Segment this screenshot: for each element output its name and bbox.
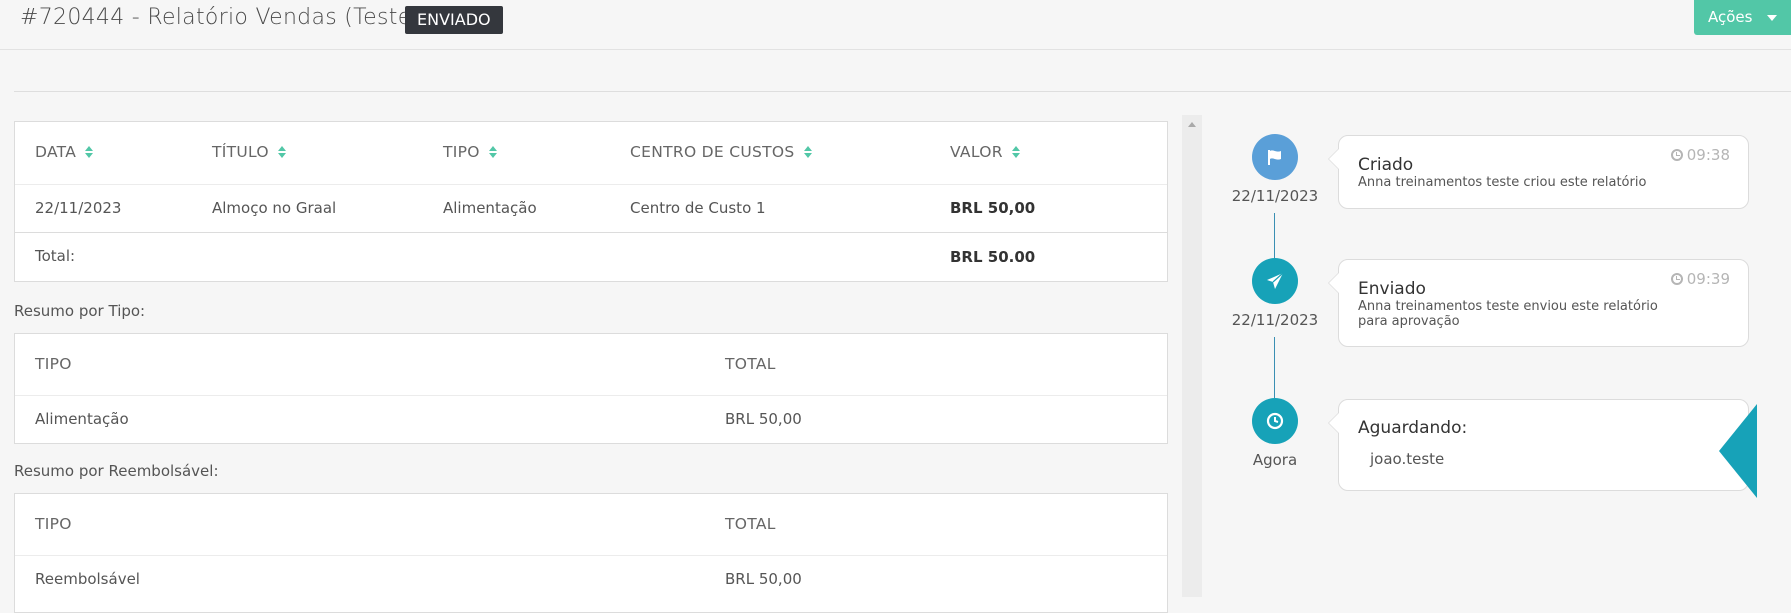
timeline-card-awaiting: Aguardando: joao.teste — [1328, 399, 1749, 491]
timeline-time: 09:39 — [1670, 270, 1730, 288]
timeline-date: Agora — [1252, 451, 1298, 469]
page-title: #720444 - Relatório Vendas (Teste) — [20, 5, 421, 30]
column-header-type[interactable]: TIPO — [443, 143, 497, 161]
clock-icon — [1670, 149, 1683, 161]
cell-type: Reembolsável — [35, 570, 140, 588]
timeline-time: 09:38 — [1670, 146, 1730, 164]
sort-icon[interactable] — [1011, 145, 1020, 158]
total-value: BRL 50.00 — [950, 248, 1036, 266]
side-panel-toggle[interactable] — [1719, 404, 1757, 498]
actions-dropdown-button[interactable]: Ações — [1694, 0, 1791, 35]
sort-icon[interactable] — [488, 145, 497, 158]
cell-type: Alimentação — [35, 410, 129, 428]
page-header: #720444 - Relatório Vendas (Teste) ENVIA… — [0, 0, 1791, 50]
cell-cost-center: Centro de Custo 1 — [630, 199, 766, 217]
timeline-clock-icon — [1252, 398, 1298, 444]
table-row[interactable]: 22/11/2023 Almoço no Graal Alimentação C… — [15, 184, 1167, 232]
expenses-table: DATA TÍTULO TIPO CENTRO DE CUSTOS VALOR … — [14, 121, 1168, 282]
paper-plane-icon — [1267, 272, 1284, 289]
timeline-title: Criado — [1358, 155, 1414, 175]
timeline-description: Anna treinamentos teste criou este relat… — [1358, 175, 1647, 190]
flag-icon — [1268, 150, 1281, 165]
summary-by-type-table: TIPO TOTAL Alimentação BRL 50,00 — [14, 333, 1168, 444]
cell-value: BRL 50,00 — [950, 199, 1036, 217]
column-header-title[interactable]: TÍTULO — [212, 143, 286, 161]
timeline-date: 22/11/2023 — [1231, 311, 1319, 329]
card-arrow — [1328, 148, 1339, 170]
timeline-connector — [1274, 337, 1275, 398]
scroll-up-arrow-icon[interactable] — [1188, 122, 1196, 127]
table-row: Alimentação BRL 50,00 — [15, 395, 1167, 444]
card-arrow — [1328, 412, 1339, 434]
column-header-total: TOTAL — [725, 355, 776, 373]
timeline-flag-icon — [1252, 134, 1298, 180]
total-row: Total: BRL 50.00 — [15, 232, 1167, 282]
timeline-title: Enviado — [1358, 279, 1426, 299]
cell-type: Alimentação — [443, 199, 537, 217]
vertical-scrollbar[interactable] — [1182, 115, 1202, 597]
sort-icon[interactable] — [85, 145, 94, 158]
cell-title: Almoço no Graal — [212, 199, 337, 217]
actions-button-label: Ações — [1708, 8, 1753, 26]
timeline-connector — [1274, 213, 1275, 263]
sort-icon[interactable] — [803, 145, 812, 158]
column-header-value[interactable]: VALOR — [950, 143, 1020, 161]
total-label: Total: — [35, 247, 76, 265]
status-badge: ENVIADO — [405, 6, 503, 34]
cell-total: BRL 50,00 — [725, 570, 802, 588]
clock-icon — [1266, 412, 1284, 430]
timeline-card-created: Criado Anna treinamentos teste criou est… — [1328, 135, 1749, 209]
table-row: Reembolsável BRL 50,00 — [15, 555, 1167, 613]
card-arrow — [1328, 272, 1339, 294]
timeline-date: 22/11/2023 — [1231, 187, 1319, 205]
timeline-description: Anna treinamentos teste enviou este rela… — [1358, 299, 1658, 329]
summary-by-type-heading: Resumo por Tipo: — [14, 302, 146, 320]
column-header-total: TOTAL — [725, 515, 776, 533]
column-header-date[interactable]: DATA — [35, 143, 94, 161]
column-header-type: TIPO — [35, 515, 72, 533]
timeline-title: Aguardando: — [1358, 418, 1468, 438]
sort-icon[interactable] — [277, 145, 286, 158]
cell-total: BRL 50,00 — [725, 410, 802, 428]
divider — [14, 91, 1791, 92]
awaiting-approver: joao.teste — [1370, 450, 1445, 468]
timeline-card-sent: Enviado Anna treinamentos teste enviou e… — [1328, 259, 1749, 347]
cell-date: 22/11/2023 — [35, 199, 122, 217]
summary-by-reimbursable-table: TIPO TOTAL Reembolsável BRL 50,00 — [14, 493, 1168, 613]
clock-icon — [1670, 273, 1683, 285]
summary-by-reimbursable-heading: Resumo por Reembolsável: — [14, 462, 219, 480]
column-header-cost-center[interactable]: CENTRO DE CUSTOS — [630, 143, 812, 161]
column-header-type: TIPO — [35, 355, 72, 373]
timeline-send-icon — [1252, 258, 1298, 304]
caret-down-icon — [1767, 15, 1777, 21]
